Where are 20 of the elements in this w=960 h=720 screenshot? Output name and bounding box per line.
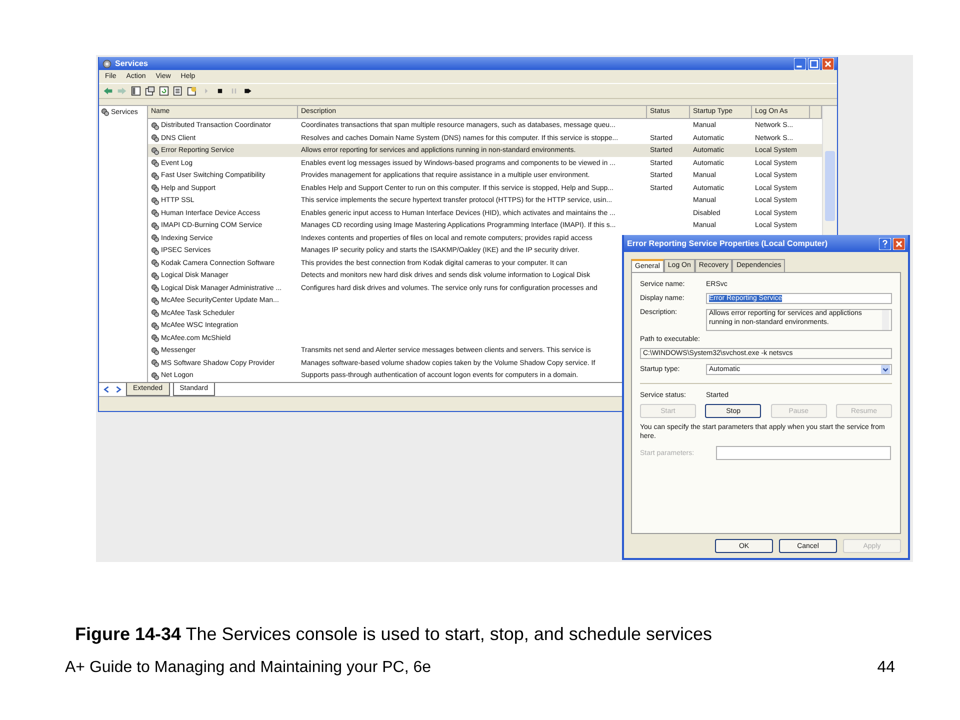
close-button[interactable] xyxy=(822,58,834,70)
window-title: Services xyxy=(115,59,149,68)
minimize-button[interactable] xyxy=(794,58,806,70)
page-number: 44 xyxy=(877,659,895,677)
export-list-icon[interactable] xyxy=(173,86,183,96)
refresh-icon[interactable] xyxy=(159,86,169,96)
back-arrow-icon[interactable] xyxy=(103,86,113,96)
window-icon[interactable] xyxy=(145,86,155,96)
maximize-button[interactable] xyxy=(808,58,820,70)
close-button[interactable] xyxy=(893,238,905,250)
gear-icon xyxy=(102,58,112,69)
help-button[interactable] xyxy=(879,238,891,250)
start-parameters-field[interactable] xyxy=(716,446,891,460)
dialog-title: Error Reporting Service Properties (Local Computer) xyxy=(627,239,828,248)
console-tree-icon[interactable] xyxy=(131,86,141,96)
restart-icon[interactable] xyxy=(243,86,253,96)
gear-icon xyxy=(101,108,109,116)
footer-title: A+ Guide to Managing and Maintaining your PC, 6e xyxy=(65,659,432,677)
figure-caption: Figure 14-34 The Services console is used to start, stop, and schedule services xyxy=(75,624,713,645)
dropdown-arrow-icon xyxy=(881,365,890,374)
